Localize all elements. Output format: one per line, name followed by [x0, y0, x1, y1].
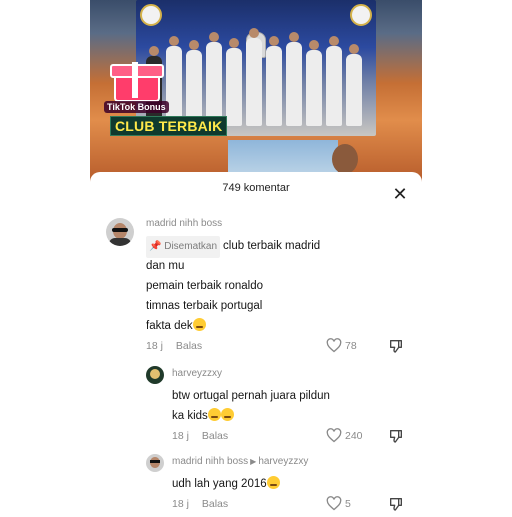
comment-line: 📌 Disematkan club terbaik madrid [146, 236, 320, 258]
pinned-badge: 📌 Disematkan [146, 236, 221, 258]
reply-button[interactable]: Balas [202, 430, 228, 442]
avatar[interactable] [146, 366, 164, 384]
comment-username[interactable]: madrid nihh boss [146, 218, 222, 229]
smirk-emoji-icon [192, 318, 206, 331]
like-button[interactable]: 240 [326, 428, 363, 443]
reply-button[interactable]: Balas [176, 340, 202, 352]
dislike-icon[interactable] [388, 338, 404, 354]
dislike-icon[interactable] [388, 496, 404, 512]
comment-line: ka kids [172, 406, 234, 426]
club-crest-right [350, 4, 372, 26]
avatar[interactable] [106, 218, 134, 246]
like-count: 5 [345, 497, 351, 510]
like-count: 78 [345, 339, 357, 352]
club-crest-left [140, 4, 162, 26]
comment-meta: 18 j Balas [172, 430, 228, 442]
comment-username[interactable]: harveyzzxy [172, 368, 222, 379]
gift-label[interactable]: TikTok Bonus [104, 101, 169, 113]
person-head [332, 144, 358, 174]
comment-line: btw ortugal pernah juara pildun [172, 390, 330, 402]
comment-line: udh lah yang 2016 [172, 474, 280, 494]
gift-icon[interactable] [106, 58, 164, 102]
laughing-emoji-icon [207, 408, 221, 421]
video-caption: CLUB TERBAIK [110, 116, 228, 136]
laughing-emoji-icon [220, 408, 234, 421]
heart-icon [326, 496, 342, 511]
comment-line: fakta dek [146, 316, 206, 336]
comment-line: pemain terbaik ronaldo [146, 280, 263, 292]
comment-count: 749 komentar [222, 182, 290, 194]
comment-time: 18 j [172, 430, 189, 442]
comment-time: 18 j [172, 498, 189, 510]
comments-sheet: 749 komentar ✕ madrid nihh boss 📌 Disema… [90, 172, 422, 512]
players-group [146, 26, 366, 126]
dislike-icon[interactable] [388, 428, 404, 444]
reply-button[interactable]: Balas [202, 498, 228, 510]
close-icon[interactable]: ✕ [390, 184, 410, 204]
like-count: 240 [345, 429, 363, 442]
comment-line: dan mu [146, 260, 185, 272]
comment-meta: 18 j Balas [146, 340, 202, 352]
left-blank [0, 0, 90, 185]
like-button[interactable]: 5 [326, 496, 351, 511]
reply-arrow-icon: ▶ [250, 457, 257, 466]
like-button[interactable]: 78 [326, 338, 357, 353]
comment-meta: 18 j Balas [172, 498, 228, 510]
avatar[interactable] [146, 454, 164, 472]
pin-icon: 📌 [149, 241, 162, 252]
comment-time: 18 j [146, 340, 163, 352]
comment-username[interactable]: madrid nihh boss ▶ harveyzzxy [172, 456, 308, 467]
heart-icon [326, 428, 342, 443]
heart-icon [326, 338, 342, 353]
smirk-emoji-icon [266, 476, 280, 489]
comment-line: timnas terbaik portugal [146, 300, 263, 312]
right-blank [422, 0, 512, 185]
